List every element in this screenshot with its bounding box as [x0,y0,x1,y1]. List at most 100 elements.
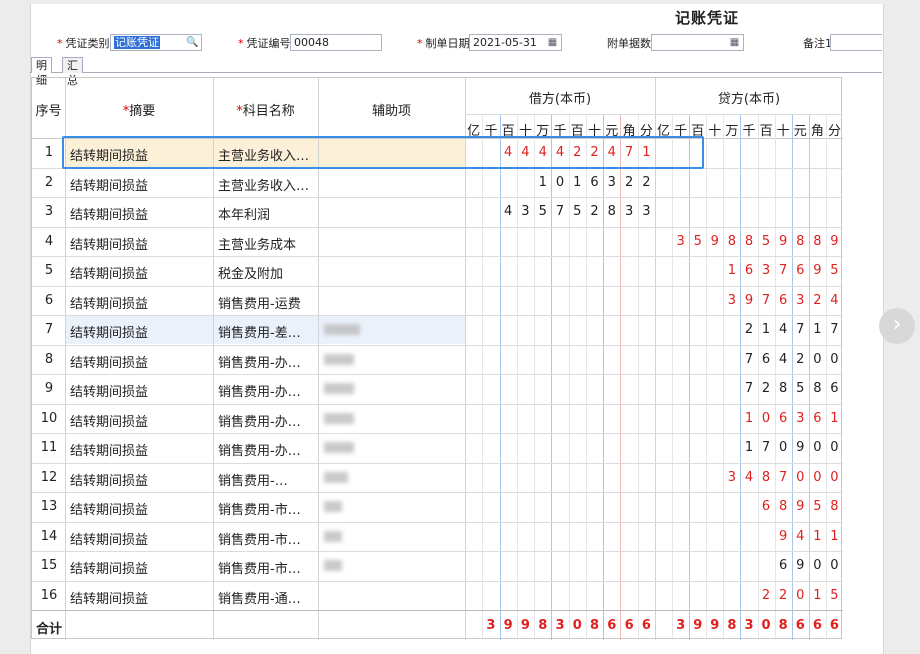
column-header-debit: 借方(本币) [528,92,592,107]
voucher-type-label: * 凭证类别 [57,37,110,50]
credit-digit: 2 [813,292,822,308]
tabs-divider [30,72,882,73]
entry-subject[interactable]: 销售费用-办… [218,440,316,459]
credit-digit: 7 [744,381,754,396]
totals-label: 合计 [36,622,63,637]
entry-subject[interactable]: 销售费用-市… [218,499,316,518]
calendar-icon[interactable]: ▦ [546,36,559,49]
entry-subject[interactable]: 本年利润 [218,204,316,223]
debit-digit: 3 [624,204,634,219]
entry-summary[interactable]: 结转期间损益 [70,440,148,459]
row-number: 9 [44,381,54,396]
row-divider [32,433,843,434]
credit-digit: 2 [761,381,771,396]
digit-divider [740,115,742,640]
row-number: 15 [40,558,58,573]
credit-digit: 3 [796,410,805,426]
total-debit-digit: 9 [503,618,513,633]
credit-digit: 7 [761,292,771,308]
entry-subject[interactable]: 税金及附加 [218,263,316,282]
entry-summary[interactable]: 结转期间损益 [70,381,148,400]
entry-subject[interactable]: 销售费用-办… [218,381,316,400]
credit-digit: 2 [796,351,805,367]
credit-digit: 9 [710,233,719,249]
entry-summary[interactable]: 结转期间损益 [70,411,148,430]
debit-digit: 6 [590,174,599,190]
total-debit-digit: 8 [538,618,548,633]
entry-summary[interactable]: 结转期间损益 [70,322,148,341]
debit-digit: 2 [590,204,599,219]
entry-subject[interactable]: 销售费用-… [218,470,316,489]
voucher-type-field[interactable]: 记账凭证 🔍 [110,34,202,51]
credit-digit: 2 [761,587,771,603]
digit-divider [516,115,518,640]
credit-digit: 9 [779,233,788,249]
digit-divider [482,115,484,640]
row-number: 2 [44,174,54,190]
attachments-field[interactable]: ▦ [651,34,744,51]
column-header-subject: *科目名称 [236,104,295,119]
credit-digit: 1 [813,528,822,544]
row-divider [32,344,843,346]
tab-detail[interactable]: 明细 [31,57,52,87]
entry-subject[interactable]: 销售费用-差… [218,322,316,341]
credit-digit: 0 [779,440,788,455]
credit-digit: 7 [744,351,754,367]
entry-summary[interactable]: 结转期间损益 [70,588,148,607]
entry-subject[interactable]: 销售费用-通… [218,588,316,607]
entry-summary[interactable]: 结转期间损益 [70,470,148,489]
entry-subject[interactable]: 销售费用-市… [218,558,316,577]
redacted-aux-value [324,501,342,512]
credit-digit: 4 [744,469,754,485]
credit-digit: 0 [813,469,822,485]
credit-digit: 6 [796,263,805,278]
digit-divider [551,115,553,640]
row-divider [32,521,843,523]
entry-subject[interactable]: 销售费用-市… [218,529,316,548]
credit-unit-label: 元 [793,124,807,139]
chevron-right-icon[interactable]: › [879,308,915,344]
row-divider [32,403,843,405]
remark-field[interactable] [830,34,882,51]
entry-summary[interactable]: 结转期间损益 [70,175,148,194]
entry-summary[interactable]: 结转期间损益 [70,234,148,253]
credit-digit: 4 [796,528,805,544]
entry-summary[interactable]: 结转期间损益 [70,529,148,548]
search-icon[interactable]: 🔍 [186,36,199,49]
voucher-number-field[interactable]: 00048 [290,34,382,51]
entry-summary[interactable]: 结转期间损益 [70,558,148,577]
total-debit-digit: 6 [607,618,617,633]
entry-subject[interactable]: 销售费用-办… [218,352,316,371]
credit-digit: 3 [761,263,771,278]
credit-digit: 6 [779,410,788,426]
entry-summary[interactable]: 结转期间损益 [70,499,148,518]
entry-summary[interactable]: 结转期间损益 [70,204,148,223]
tab-summary[interactable]: 汇总 [62,57,83,87]
attachments-label: 附单据数 [607,37,651,50]
total-debit-digit: 3 [555,618,565,633]
calendar-icon[interactable]: ▦ [728,36,741,49]
entry-subject[interactable]: 主营业务成本 [218,234,316,253]
total-credit-digit: 6 [795,618,805,633]
entry-subject[interactable]: 主营业务收入… [218,175,316,194]
redacted-aux-value [324,324,360,335]
credit-digit: 8 [761,469,771,485]
entry-summary[interactable]: 结转期间损益 [70,293,148,312]
credit-digit: 8 [813,233,822,249]
page-title: 记账凭证 [675,9,740,27]
credit-digit: 0 [813,440,822,455]
entry-summary[interactable]: 结转期间损益 [70,352,148,371]
voucher-date-field[interactable]: 2021-05-31 ▦ [469,34,562,51]
entry-subject[interactable]: 销售费用-运费 [218,293,316,312]
credit-digit: 6 [779,292,788,308]
entry-subject[interactable]: 销售费用-办… [218,411,316,430]
debit-digit: 3 [607,174,616,190]
credit-digit: 6 [779,558,788,573]
credit-digit: 9 [830,233,839,249]
credit-digit: 8 [779,381,788,396]
total-debit-digit: 6 [624,618,634,633]
redacted-aux-value [324,530,342,542]
row-divider [32,551,843,552]
debit-digit: 0 [555,174,565,190]
entry-summary[interactable]: 结转期间损益 [70,263,148,282]
